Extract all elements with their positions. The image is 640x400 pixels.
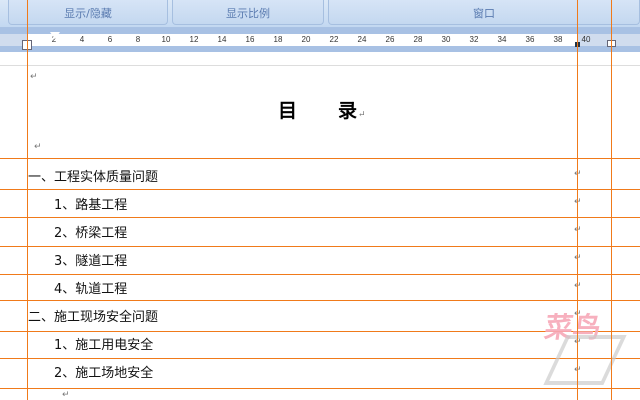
toc-entry[interactable]: 4、轨道工程 (54, 278, 127, 297)
ruler-tick: 14 (217, 35, 227, 44)
table-gridline (0, 246, 640, 247)
table-gridline (0, 300, 640, 301)
ruler-tick: 34 (497, 35, 507, 44)
toc-title: 目录↵ (278, 100, 367, 122)
table-gridline (0, 158, 640, 159)
ruler-tick: 16 (245, 35, 255, 44)
ruler-tick: 10 (161, 35, 171, 44)
toc-entry[interactable]: 3、隧道工程 (54, 250, 127, 269)
ruler-tick: 30 (441, 35, 451, 44)
table-gridline (0, 274, 640, 275)
ruler-tick: 38 (553, 35, 563, 44)
ruler-tick: 8 (135, 35, 141, 44)
paragraph-mark: ↵ (34, 142, 42, 152)
ruler-tick: 28 (413, 35, 423, 44)
ruler-tick: 20 (301, 35, 311, 44)
toc-entry[interactable]: 1、施工用电安全 (54, 334, 153, 353)
table-gridline (0, 358, 640, 359)
ruler-tick: 6 (107, 35, 113, 44)
paragraph-mark: ↵ (62, 390, 70, 400)
ribbon: 显示/隐藏 显示比例 窗口 (0, 0, 640, 28)
toc-entry[interactable]: 二、施工现场安全问题 (28, 306, 158, 325)
ruler-tick: 12 (189, 35, 199, 44)
ribbon-group-window[interactable]: 窗口 (328, 0, 640, 25)
toc-entry[interactable]: 1、路基工程 (54, 194, 127, 213)
toc-entry[interactable]: 2、桥梁工程 (54, 222, 127, 241)
ribbon-group-show-hide[interactable]: 显示/隐藏 (8, 0, 168, 25)
ruler-tick: 4 (79, 35, 85, 44)
toc-entry[interactable]: 2、施工场地安全 (54, 362, 153, 381)
toc-entry[interactable]: 一、工程实体质量问题 (28, 166, 158, 185)
table-gridline (0, 217, 640, 218)
table-gridline (0, 388, 640, 389)
paragraph-mark: ↵ (30, 72, 38, 82)
ruler-tick: 32 (469, 35, 479, 44)
first-line-indent-marker[interactable] (50, 32, 60, 39)
ruler-tick: 26 (385, 35, 395, 44)
ruler-tick: 18 (273, 35, 283, 44)
ruler-tick: 22 (329, 35, 339, 44)
ruler-tick: 36 (525, 35, 535, 44)
table-gridline (0, 189, 640, 190)
ruler-tick: 24 (357, 35, 367, 44)
ribbon-group-zoom[interactable]: 显示比例 (172, 0, 324, 25)
